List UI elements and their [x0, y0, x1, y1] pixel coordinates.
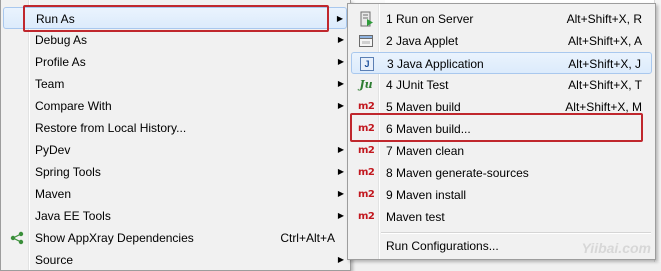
menu-item-shortcut: Alt+Shift+X, A	[567, 34, 642, 48]
menu-item-label: 8 Maven generate-sources	[386, 166, 529, 180]
submenu-item-junit-test[interactable]: Ju 4 JUnit Test Alt+Shift+X, T	[351, 74, 652, 96]
submenu-arrow-icon: ▶	[337, 211, 344, 220]
menu-item-pydev[interactable]: PyDev ▶	[3, 139, 347, 161]
submenu-arrow-icon: ▶	[337, 189, 344, 198]
menu-item-label: Source	[35, 253, 74, 267]
menu-item-shortcut: Alt+Shift+X, J	[568, 57, 641, 71]
menu-item-label: 4 JUnit Test	[386, 78, 449, 92]
menu-item-shortcut: Alt+Shift+X, R	[566, 12, 642, 26]
submenu-item-maven-test[interactable]: m2 Maven test	[351, 206, 652, 228]
submenu-item-run-on-server[interactable]: 1 Run on Server Alt+Shift+X, R	[351, 8, 652, 30]
menu-item-label: Debug As	[35, 33, 88, 47]
menu-item-label: Maven test	[386, 210, 445, 224]
submenu-arrow-icon: ▶	[336, 14, 343, 23]
menu-item-source[interactable]: Source ▶	[3, 249, 347, 271]
submenu-item-java-applet[interactable]: 2 Java Applet Alt+Shift+X, A	[351, 30, 652, 52]
menu-item-label: Run Configurations...	[386, 239, 499, 253]
menu-item-team[interactable]: Team ▶	[3, 73, 347, 95]
menu-item-label: Restore from Local History...	[35, 121, 187, 135]
menu-item-label: Spring Tools	[35, 165, 101, 179]
submenu-arrow-icon: ▶	[337, 79, 344, 88]
menu-item-spring-tools[interactable]: Spring Tools ▶	[3, 161, 347, 183]
appxray-icon	[9, 230, 25, 246]
menu-item-label: 7 Maven clean	[386, 144, 465, 158]
submenu-arrow-icon: ▶	[337, 57, 344, 66]
menu-item-compare-with[interactable]: Compare With ▶	[3, 95, 347, 117]
menu-item-label: Team	[35, 77, 65, 91]
menu-item-restore-local-history[interactable]: Restore from Local History...	[3, 117, 347, 139]
maven-icon: m2	[358, 145, 375, 156]
server-icon	[358, 11, 374, 27]
menu-item-maven[interactable]: Maven ▶	[3, 183, 347, 205]
submenu-item-maven-install[interactable]: m2 9 Maven install	[351, 184, 652, 206]
menu-item-shortcut: Ctrl+Alt+A	[280, 231, 335, 245]
menu-item-label: Java EE Tools	[35, 209, 111, 223]
menu-item-label: Show AppXray Dependencies	[35, 231, 194, 245]
menu-item-label: 1 Run on Server	[386, 12, 474, 26]
menu-item-label: 2 Java Applet	[386, 34, 459, 48]
watermark: Yiibai.com	[581, 240, 651, 256]
submenu-arrow-icon: ▶	[337, 145, 344, 154]
submenu-arrow-icon: ▶	[337, 101, 344, 110]
maven-build-callout	[350, 113, 643, 142]
maven-icon: m2	[358, 167, 375, 178]
submenu-arrow-icon: ▶	[337, 35, 344, 44]
maven-icon: m2	[358, 189, 375, 200]
menu-item-java-ee-tools[interactable]: Java EE Tools ▶	[3, 205, 347, 227]
menu-item-shortcut: Alt+Shift+X, T	[568, 78, 642, 92]
menu-item-show-appxray[interactable]: Show AppXray Dependencies Ctrl+Alt+A	[3, 227, 347, 249]
submenu-item-maven-generate-sources[interactable]: m2 8 Maven generate-sources	[351, 162, 652, 184]
menu-item-profile-as[interactable]: Profile As ▶	[3, 51, 347, 73]
junit-icon: Ju	[359, 78, 373, 91]
menu-separator	[381, 232, 651, 234]
submenu-arrow-icon: ▶	[337, 167, 344, 176]
submenu-item-maven-clean[interactable]: m2 7 Maven clean	[351, 140, 652, 162]
run-as-callout	[23, 5, 329, 32]
context-menu: Run As ▶ Debug As ▶ Profile As ▶ Team ▶ …	[0, 0, 351, 271]
menu-item-label: Maven	[35, 187, 72, 201]
menu-item-label: PyDev	[35, 143, 71, 157]
menu-item-label: Compare With	[35, 99, 112, 113]
java-app-icon: J	[360, 57, 374, 71]
maven-icon: m2	[358, 211, 375, 222]
menu-item-label: 3 Java Application	[387, 57, 484, 71]
submenu-item-java-application[interactable]: J 3 Java Application Alt+Shift+X, J	[351, 52, 652, 74]
submenu-arrow-icon: ▶	[337, 255, 344, 264]
menu-item-label: 9 Maven install	[386, 188, 467, 202]
applet-icon	[358, 33, 374, 49]
menu-item-debug-as[interactable]: Debug As ▶	[3, 29, 347, 51]
menu-item-label: Profile As	[35, 55, 86, 69]
